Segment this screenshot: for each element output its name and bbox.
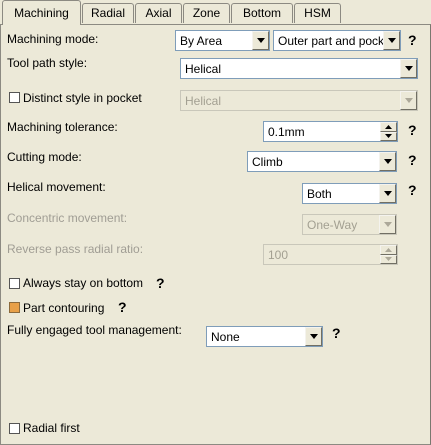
concentric-movement-label: Concentric movement:	[7, 211, 128, 225]
always-stay-on-bottom-label: Always stay on bottom	[23, 276, 144, 290]
tab-hsm[interactable]: HSM	[294, 3, 341, 23]
chevron-down-icon[interactable]	[379, 152, 396, 171]
helical-movement-select[interactable]: Both	[302, 183, 397, 204]
chevron-down-icon[interactable]	[379, 184, 396, 203]
help-icon[interactable]: ?	[156, 275, 165, 291]
tool-path-style-select[interactable]: Helical	[180, 58, 418, 79]
tab-axial[interactable]: Axial	[135, 3, 182, 23]
helical-movement-label: Helical movement:	[7, 180, 106, 194]
tool-path-style-value: Helical	[185, 61, 222, 76]
chevron-down-icon	[400, 91, 417, 110]
help-icon[interactable]: ?	[118, 299, 127, 315]
cutting-mode-label: Cutting mode:	[7, 150, 82, 164]
help-icon[interactable]: ?	[332, 325, 341, 341]
fully-engaged-select[interactable]: None	[206, 326, 323, 347]
reverse-pass-value: 100	[268, 247, 289, 262]
helical-movement-value: Both	[307, 186, 332, 201]
machining-tolerance-value[interactable]: 0.1mm	[264, 125, 380, 139]
machining-zone-value: Outer part and pock	[278, 33, 383, 48]
distinct-style-select: Helical	[180, 90, 418, 111]
reverse-pass-label: Reverse pass radial ratio:	[7, 242, 144, 256]
reverse-pass-input: 100	[263, 244, 398, 265]
tab-radial[interactable]: Radial	[82, 3, 134, 23]
spin-up-icon[interactable]	[380, 122, 397, 132]
tab-machining[interactable]: Machining	[2, 0, 81, 25]
part-contouring-checkbox[interactable]	[9, 302, 20, 313]
fully-engaged-label: Fully engaged tool management:	[7, 323, 182, 337]
radial-first-checkbox[interactable]	[9, 423, 20, 434]
machining-tolerance-input[interactable]: 0.1mm	[263, 121, 398, 142]
chevron-down-icon[interactable]	[305, 327, 322, 346]
distinct-style-label: Distinct style in pocket	[23, 91, 142, 105]
help-icon[interactable]: ?	[408, 182, 417, 198]
machining-mode-value: By Area	[180, 33, 223, 48]
concentric-movement-value: One-Way	[307, 217, 358, 232]
help-icon[interactable]: ?	[408, 152, 417, 168]
chevron-down-icon	[379, 215, 396, 234]
spin-down-icon[interactable]	[380, 131, 397, 141]
machining-mode-label: Machining mode:	[7, 32, 99, 46]
cutting-mode-value: Climb	[252, 154, 283, 169]
help-icon[interactable]: ?	[408, 122, 417, 138]
help-icon[interactable]: ?	[408, 32, 417, 48]
tab-bar: Machining Radial Axial Zone Bottom HSM	[0, 0, 431, 25]
tool-path-style-label: Tool path style:	[7, 56, 88, 70]
machining-mode-select[interactable]: By Area	[175, 30, 270, 51]
spin-down-icon	[380, 254, 397, 264]
tab-zone[interactable]: Zone	[183, 3, 230, 23]
part-contouring-label: Part contouring	[23, 301, 105, 315]
chevron-down-icon[interactable]	[383, 31, 400, 50]
always-stay-on-bottom-checkbox[interactable]	[9, 278, 20, 289]
chevron-down-icon[interactable]	[252, 31, 269, 50]
machining-zone-select[interactable]: Outer part and pock	[273, 30, 401, 51]
fully-engaged-value: None	[211, 329, 240, 344]
machining-tolerance-label: Machining tolerance:	[7, 120, 118, 134]
spinner-arrows	[380, 245, 397, 264]
radial-first-label: Radial first	[23, 421, 80, 435]
distinct-style-checkbox[interactable]	[9, 92, 20, 103]
tab-bottom[interactable]: Bottom	[231, 3, 293, 23]
cutting-mode-select[interactable]: Climb	[247, 151, 397, 172]
spinner-arrows[interactable]	[380, 122, 397, 141]
spin-up-icon	[380, 245, 397, 255]
distinct-style-value: Helical	[185, 93, 222, 108]
concentric-movement-select: One-Way	[302, 214, 397, 235]
chevron-down-icon[interactable]	[400, 59, 417, 78]
